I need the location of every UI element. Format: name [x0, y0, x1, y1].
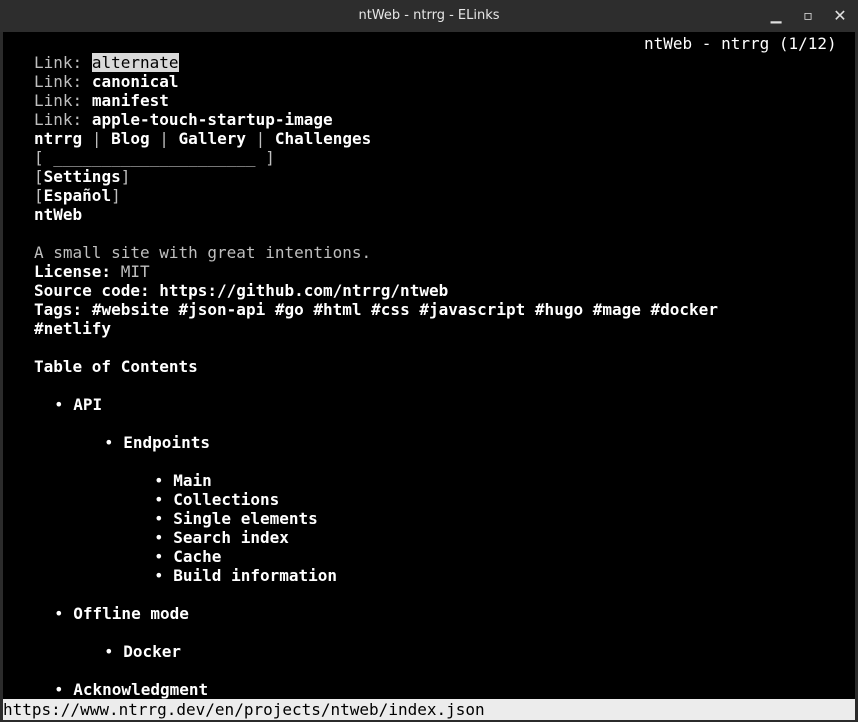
toc-collections-link[interactable]: Collections — [173, 490, 279, 509]
language-button[interactable]: [Español] — [34, 186, 121, 205]
nav-challenges[interactable]: Challenges — [275, 129, 371, 148]
status-url: https://www.ntrrg.dev/en/projects/ntweb/… — [3, 700, 485, 719]
link-label: Link: — [34, 110, 83, 129]
toc-docker-link[interactable]: Docker — [123, 642, 181, 661]
toc-item-single-elements: • Single elements — [154, 509, 318, 528]
search-input[interactable]: [ _____________________ ] — [34, 148, 275, 167]
link-manifest[interactable]: manifest — [92, 91, 169, 110]
link-apple-touch-startup-image[interactable]: apple-touch-startup-image — [92, 110, 333, 129]
toc-item-search-index: • Search index — [154, 528, 289, 547]
license-row: License: MIT — [34, 262, 150, 281]
toc-main-link[interactable]: Main — [173, 471, 212, 490]
maximize-icon[interactable]: ▫ — [798, 6, 818, 26]
toc-item-api: • API — [54, 395, 102, 414]
nav-separator: | — [159, 129, 169, 148]
toc-item-main: • Main — [154, 471, 212, 490]
nav-separator: | — [255, 129, 266, 148]
bullet-icon: • — [154, 528, 174, 547]
language-button-label: Español — [43, 186, 112, 205]
tags-links-cont[interactable]: #netlify — [34, 319, 111, 338]
source-row: Source code: https://github.com/ntrrg/nt… — [34, 281, 448, 300]
toc-api-link[interactable]: API — [73, 395, 102, 414]
bullet-icon: • — [154, 509, 174, 528]
nav-separator: | — [91, 129, 102, 148]
toc-item-endpoints: • Endpoints — [104, 433, 210, 452]
tags-row: Tags: #website #json-api #go #html #css … — [34, 300, 718, 319]
link-label: Link: — [34, 72, 83, 91]
toc-acknowledgment-link[interactable]: Acknowledgment — [73, 680, 208, 699]
nav-ntrrg[interactable]: ntrrg — [34, 129, 82, 148]
toc-item-docker: • Docker — [104, 642, 181, 661]
site-description: A small site with great intentions. — [34, 243, 372, 262]
link-row: Link: apple-touch-startup-image — [34, 110, 333, 129]
minimize-icon[interactable]: ▁ — [766, 6, 786, 26]
bullet-icon: • — [104, 642, 124, 661]
site-nav: ntrrg | Blog | Gallery | Challenges — [34, 129, 371, 148]
toc-item-build-information: • Build information — [154, 566, 337, 585]
page-title: ntWeb — [34, 205, 83, 224]
tags-links[interactable]: #website #json-api #go #html #css #javas… — [92, 300, 718, 319]
bullet-icon: • — [54, 604, 74, 623]
bullet-icon: • — [104, 433, 124, 452]
link-row: Link: alternate — [34, 53, 179, 72]
settings-button-label: Settings — [43, 167, 121, 186]
link-row: Link: manifest — [34, 91, 169, 110]
license-value: MIT — [120, 262, 150, 281]
license-label: License: — [34, 262, 112, 281]
toc-build-information-link[interactable]: Build information — [173, 566, 337, 585]
bullet-icon: • — [154, 490, 174, 509]
nav-blog[interactable]: Blog — [111, 129, 150, 148]
bullet-icon: • — [154, 471, 174, 490]
tags-label: Tags: — [34, 300, 83, 319]
elinks-window: ntWeb - ntrrg - ELinks ▁ ▫ ✕ ntWeb - ntr… — [0, 0, 858, 722]
link-label: Link: — [34, 91, 83, 110]
toc-item-cache: • Cache — [154, 547, 221, 566]
terminal-viewport: ntWeb - ntrrg (1/12) Link: alternate Lin… — [3, 32, 855, 720]
toc-title: Table of Contents — [34, 357, 198, 376]
toc-item-offline-mode: • Offline mode — [54, 604, 189, 623]
bullet-icon: • — [54, 395, 74, 414]
title-bar: ntWeb - ntrrg - ELinks ▁ ▫ ✕ — [0, 0, 858, 32]
page-header: ntWeb - ntrrg (1/12) — [644, 34, 837, 53]
toc-item-acknowledgment: • Acknowledgment — [54, 680, 208, 699]
link-row: Link: canonical — [34, 72, 179, 91]
nav-gallery[interactable]: Gallery — [179, 129, 246, 148]
bullet-icon: • — [154, 547, 174, 566]
link-label: Link: — [34, 53, 83, 72]
toc-endpoints-link[interactable]: Endpoints — [123, 433, 210, 452]
close-icon[interactable]: ✕ — [830, 6, 850, 26]
source-link[interactable]: https://github.com/ntrrg/ntweb — [159, 281, 448, 300]
bullet-icon: • — [154, 566, 174, 585]
source-label: Source code: — [34, 281, 150, 300]
status-bar: https://www.ntrrg.dev/en/projects/ntweb/… — [3, 699, 855, 720]
toc-cache-link[interactable]: Cache — [173, 547, 221, 566]
link-alternate[interactable]: alternate — [91, 53, 179, 72]
window-title: ntWeb - ntrrg - ELinks — [358, 8, 500, 23]
link-canonical[interactable]: canonical — [92, 72, 179, 91]
toc-item-collections: • Collections — [154, 490, 279, 509]
bullet-icon: • — [54, 680, 74, 699]
toc-offline-mode-link[interactable]: Offline mode — [73, 604, 189, 623]
toc-search-index-link[interactable]: Search index — [173, 528, 289, 547]
toc-single-elements-link[interactable]: Single elements — [173, 509, 318, 528]
settings-button[interactable]: [Settings] — [34, 167, 130, 186]
